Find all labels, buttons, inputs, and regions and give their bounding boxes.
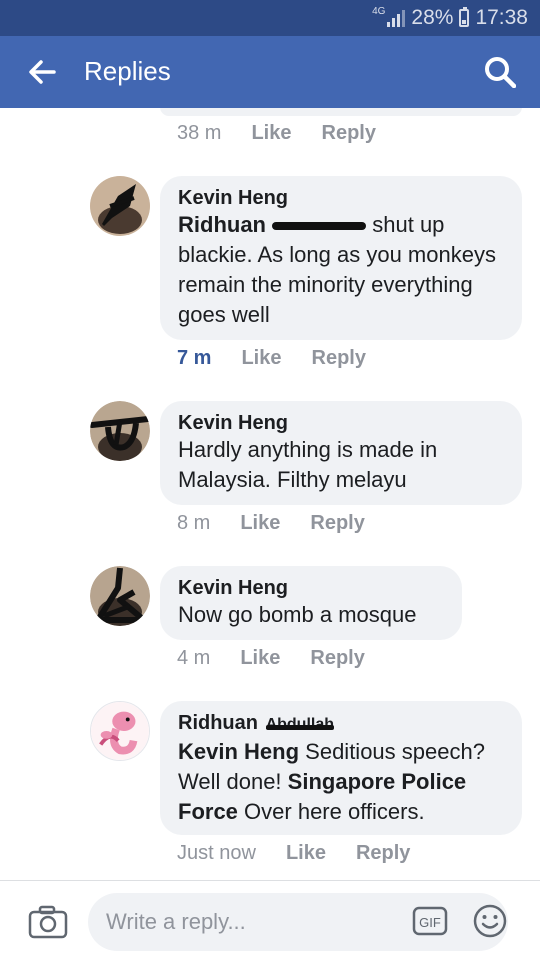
arrow-left-icon[interactable] (28, 58, 56, 86)
comment-actions: Just now Like Reply (177, 842, 410, 865)
comment-mention[interactable]: Kevin Heng (178, 739, 299, 764)
comment-time: 8 m (177, 512, 211, 534)
comment-actions: 8 m Like Reply (177, 512, 365, 535)
like-button[interactable]: Like (240, 647, 280, 670)
reply-button[interactable]: Reply (356, 842, 410, 865)
reply-button[interactable]: Reply (322, 122, 376, 145)
battery-icon (459, 7, 470, 27)
status-bar: 4G 28% 17:38 (0, 0, 540, 36)
replies-list[interactable]: 38 m Like Reply Kevin Heng Ridhuan shut … (0, 108, 540, 880)
comment-time: 38 m (177, 122, 222, 144)
avatar[interactable] (90, 401, 150, 461)
comment-author[interactable]: Ridhuan (178, 712, 258, 734)
avatar[interactable] (90, 176, 150, 236)
avatar-scribble (90, 566, 150, 626)
network-type: 4G (372, 6, 386, 17)
comment-bubble[interactable]: Kevin Heng Now go bomb a mosque (160, 566, 462, 640)
battery-level: 28% (411, 6, 454, 29)
comment-bubble[interactable]: Kevin Heng Ridhuan shut up blackie. As l… (160, 176, 522, 340)
like-button[interactable]: Like (251, 122, 291, 145)
avatar-scribble (90, 401, 150, 461)
comment-time: 7 m (177, 347, 212, 369)
comment-time: Just now (177, 842, 256, 864)
redaction-mark (272, 222, 367, 231)
comment-actions: 4 m Like Reply (177, 647, 365, 670)
smiley-icon[interactable] (472, 903, 508, 939)
comment-text: Kevin Heng Seditious speech? Well done! … (178, 737, 504, 827)
comment-author[interactable]: Kevin Heng (178, 576, 444, 600)
avatar[interactable] (90, 566, 150, 626)
reply-button[interactable]: Reply (312, 347, 366, 370)
comment-body-end: Over here officers. (244, 799, 425, 824)
previous-comment-bubble (160, 108, 522, 116)
reply-button[interactable]: Reply (310, 647, 364, 670)
like-button[interactable]: Like (286, 842, 326, 865)
clock: 17:38 (475, 6, 528, 29)
comment-actions: 7 m Like Reply (177, 347, 366, 370)
comment-body: Hardly anything is made in Malaysia. Fil… (178, 437, 438, 492)
avatar-cartoon (91, 702, 149, 760)
signal-icon (387, 9, 406, 27)
comment-author-row: Ridhuan Abdullah (178, 711, 504, 737)
comment-author[interactable]: Kevin Heng (178, 411, 504, 435)
search-icon[interactable] (484, 56, 516, 88)
reply-composer: Write a reply... GIF (0, 880, 540, 961)
avatar-scribble (90, 176, 150, 236)
gif-icon[interactable]: GIF (412, 905, 448, 937)
app-bar: Replies (0, 36, 540, 108)
gif-label: GIF (419, 915, 441, 930)
comment-bubble[interactable]: Kevin Heng Hardly anything is made in Ma… (160, 401, 522, 505)
struck-name: Abdullah (265, 713, 335, 737)
like-button[interactable]: Like (241, 347, 281, 370)
camera-icon[interactable] (28, 905, 68, 939)
page-title: Replies (84, 56, 171, 86)
comment-mention[interactable]: Ridhuan (178, 212, 266, 237)
comment-bubble[interactable]: Ridhuan Abdullah Kevin Heng Seditious sp… (160, 701, 522, 835)
reply-input-placeholder: Write a reply... (106, 909, 246, 934)
comment-body: Now go bomb a mosque (178, 602, 417, 627)
reply-button[interactable]: Reply (310, 512, 364, 535)
comment-author[interactable]: Kevin Heng (178, 186, 504, 210)
like-button[interactable]: Like (240, 512, 280, 535)
comment-text: Ridhuan shut up blackie. As long as you … (178, 210, 504, 330)
previous-comment-actions: 38 m Like Reply (177, 122, 376, 145)
avatar[interactable] (90, 701, 150, 761)
comment-time: 4 m (177, 647, 211, 669)
